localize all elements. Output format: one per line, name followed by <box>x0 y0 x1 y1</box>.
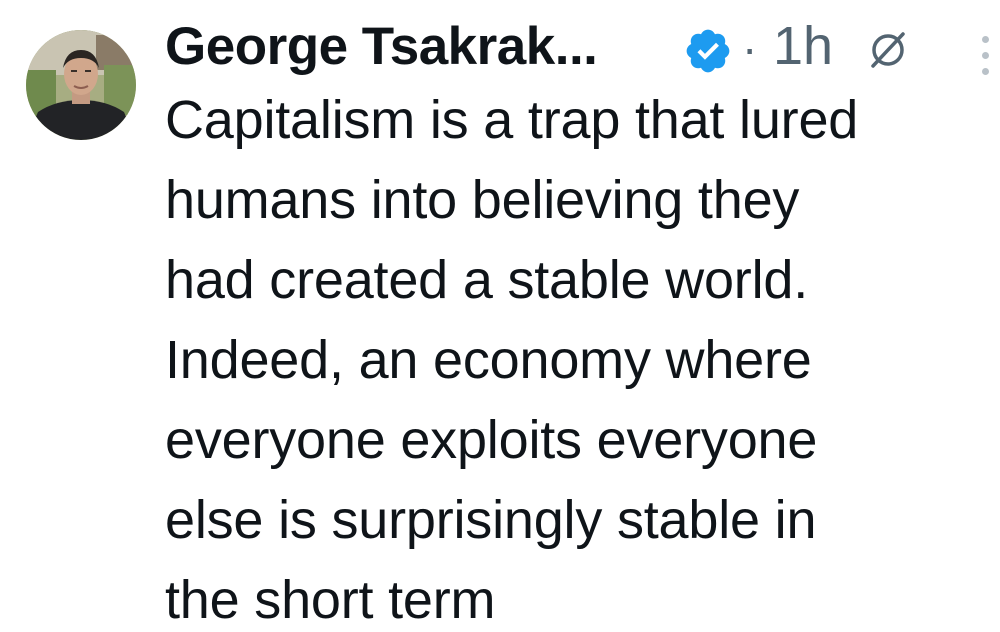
more-options-dot <box>982 52 989 59</box>
post-text-line: humans into believing they <box>165 170 800 230</box>
post-body-text: Capitalism is a trap that lured humans i… <box>165 80 995 632</box>
post-card[interactable]: George Tsakrak... · 1h Capitalism is a t… <box>0 0 1000 632</box>
author-avatar[interactable] <box>26 30 136 140</box>
author-display-name[interactable]: George Tsakrak... <box>165 16 598 78</box>
more-options-dot <box>982 68 989 75</box>
more-options-button[interactable] <box>975 36 995 86</box>
post-text-line: else is surprisingly stable in <box>165 490 817 550</box>
post-text-line: the short term <box>165 570 496 630</box>
post-header: George Tsakrak... · 1h <box>165 14 995 84</box>
post-timestamp[interactable]: 1h <box>773 14 833 78</box>
post-text-line: Capitalism is a trap that lured <box>165 90 859 150</box>
mute-icon <box>865 26 911 72</box>
post-text-line: Indeed, an economy where <box>165 330 812 390</box>
more-options-icon <box>982 36 989 43</box>
verified-badge-icon <box>683 26 733 76</box>
separator-dot: · <box>742 22 758 74</box>
post-text-line: everyone exploits everyone <box>165 410 818 470</box>
post-text-line: had created a stable world. <box>165 250 808 310</box>
profile-photo <box>26 30 136 140</box>
